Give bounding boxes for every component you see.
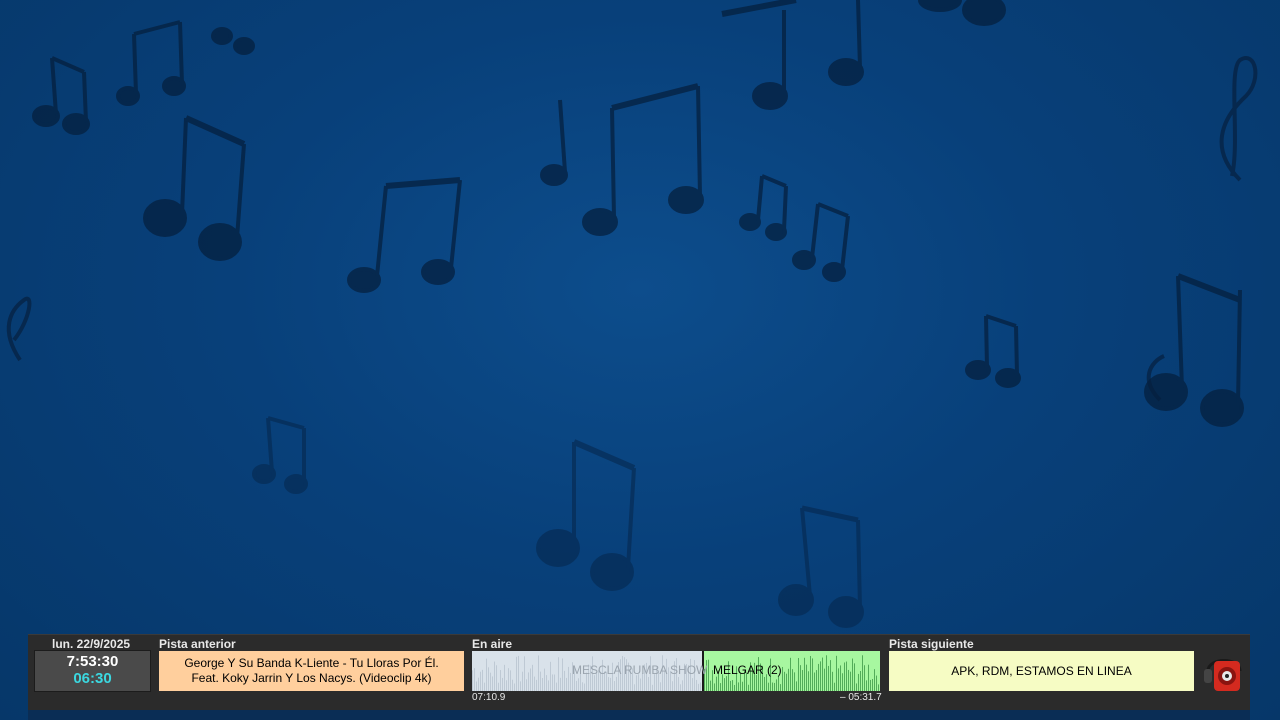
date-label: lun. 22/9/2025 [52,637,131,651]
remaining-time: – 05:31.7 [840,692,882,703]
speaker-icon[interactable] [1202,647,1246,693]
onair-segment-b: MELGAR (2) [713,663,782,677]
next-track-label: Pista siguiente [889,637,974,651]
previous-track-subtitle: Feat. Koky Jarrin Y Los Nacys. (Videocli… [191,671,432,685]
previous-track-title: George Y Su Banda K-Liente - Tu Lloras P… [184,656,439,670]
elapsed-time: 07:10.9 [472,692,506,703]
clock-panel: 7:53:30 06:30 [34,650,151,692]
current-time: 7:53:30 [66,653,119,670]
onair-label: En aire [472,637,513,651]
countdown-timer: 06:30 [73,670,112,687]
onair-waveform-panel[interactable]: MESCLA RUMBA SHOW MELGAR (2) [472,651,880,691]
music-notes-icon [6,0,1258,628]
next-track-title: APK, RDM, ESTAMOS EN LINEA [951,664,1132,678]
next-track-panel[interactable]: APK, RDM, ESTAMOS EN LINEA [889,651,1194,691]
level-meter-strip [28,710,1250,720]
previous-track-panel[interactable]: George Y Su Banda K-Liente - Tu Lloras P… [159,651,464,691]
previous-track-label: Pista anterior [159,637,236,651]
playout-bar: lun. 22/9/2025 7:53:30 06:30 Pista anter… [28,634,1250,711]
onair-segment-a: MESCLA RUMBA SHOW [572,663,708,677]
